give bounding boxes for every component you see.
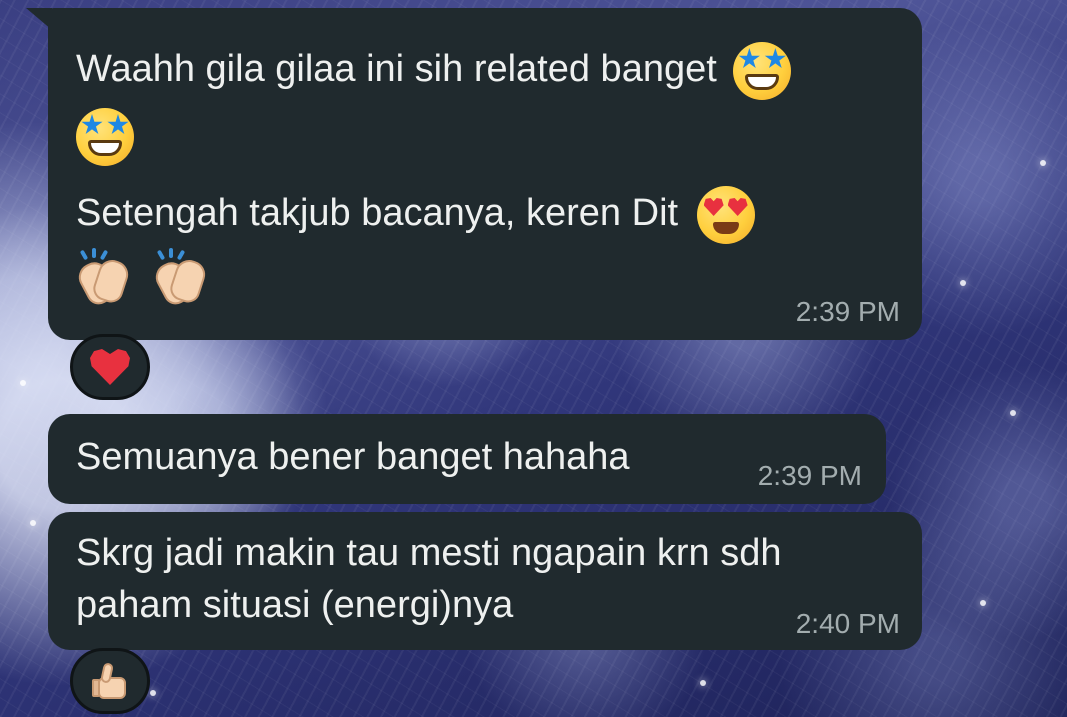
message-bubble[interactable]: Waahh gila gilaa ini sih related banget …	[48, 8, 922, 340]
wallpaper-sparkle	[960, 280, 966, 286]
message-text: paham situasi (energi)nya	[76, 584, 514, 626]
wallpaper-sparkle	[1010, 410, 1016, 416]
clapping-hands-emoji-icon	[150, 248, 209, 309]
wallpaper-sparkle	[700, 680, 706, 686]
message-text: Skrg jadi makin tau mesti ngapain krn sd…	[76, 532, 782, 574]
thumbs-up-icon	[90, 661, 130, 701]
heart-eyes-emoji-icon	[696, 186, 755, 244]
wallpaper-sparkle	[150, 690, 156, 696]
message-timestamp: 2:40 PM	[795, 608, 900, 639]
reaction-badge[interactable]	[70, 334, 150, 400]
wallpaper-sparkle	[980, 600, 986, 606]
message-line	[76, 108, 134, 166]
message-bubble[interactable]: Semuanya bener banget hahaha 2:39 PM	[48, 414, 886, 504]
reaction-badge[interactable]	[70, 648, 150, 714]
message-bubble[interactable]: Skrg jadi makin tau mesti ngapain krn sd…	[48, 512, 922, 650]
message-text: Setengah takjub bacanya, keren Dit	[76, 192, 679, 235]
message-line: Setengah takjub bacanya, keren Dit	[76, 186, 755, 244]
message-line	[73, 248, 219, 309]
message-timestamp: 2:39 PM	[757, 460, 862, 491]
wallpaper-sparkle	[1040, 160, 1046, 166]
star-struck-emoji-icon	[733, 42, 792, 100]
message-timestamp: 2:39 PM	[795, 296, 900, 327]
red-heart-icon	[90, 349, 130, 385]
wallpaper-sparkle	[30, 520, 36, 526]
message-text: Semuanya bener banget hahaha	[76, 436, 630, 478]
message-line: Waahh gila gilaa ini sih related banget	[76, 42, 792, 100]
star-struck-emoji-icon	[76, 108, 134, 166]
message-text: Waahh gila gilaa ini sih related banget	[76, 48, 717, 91]
wallpaper-sparkle	[20, 380, 26, 386]
clapping-hands-emoji-icon	[73, 248, 132, 309]
